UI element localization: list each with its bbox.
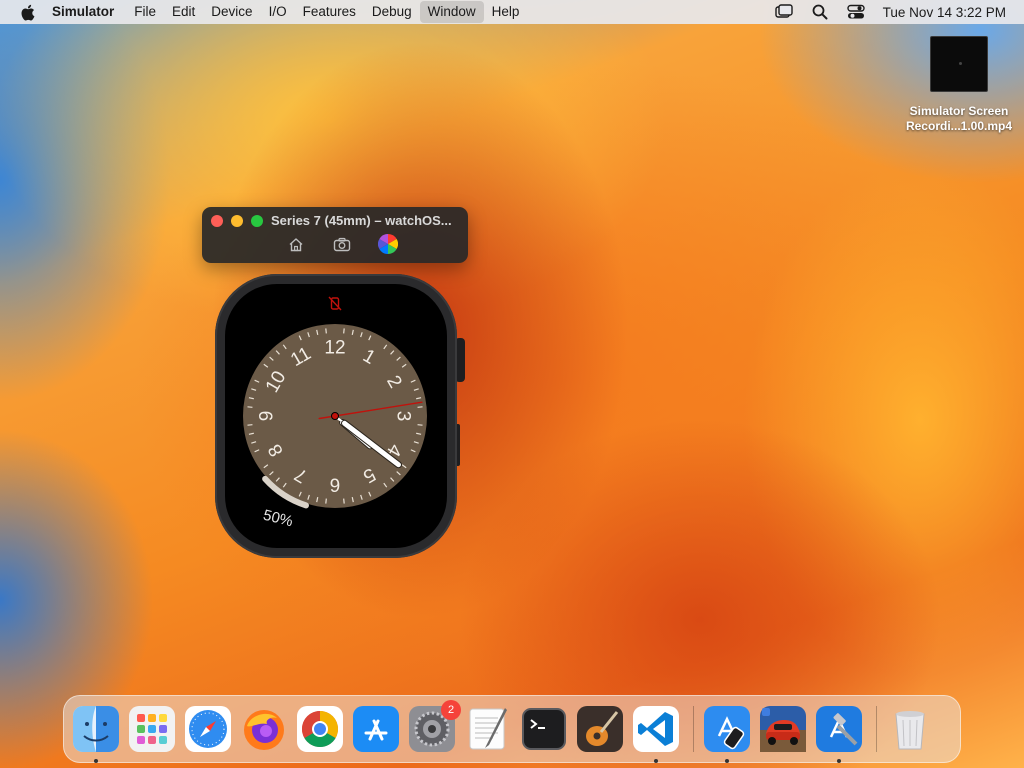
watch-face: 12 1234567891011: [243, 296, 427, 509]
menu-bar-clock[interactable]: Tue Nov 14 3:22 PM: [883, 5, 1006, 20]
minute-tick: [343, 498, 345, 504]
terminal-icon: [522, 708, 566, 750]
search-icon[interactable]: [811, 3, 829, 21]
dock-app-garageband[interactable]: [577, 706, 623, 752]
trash-icon: [895, 711, 925, 750]
menu-device[interactable]: Device: [203, 1, 260, 23]
textedit-icon: [469, 708, 507, 750]
window-controls: [211, 215, 263, 227]
menu-file[interactable]: File: [126, 1, 164, 23]
chrome-icon: [297, 706, 343, 752]
app-store-icon: [353, 706, 399, 752]
simulator-icon: [704, 706, 750, 752]
menu-bar-extras: Tue Nov 14 3:22 PM: [774, 0, 1006, 24]
minute-tick: [325, 498, 327, 504]
rotate-device-icon[interactable]: [378, 234, 398, 254]
dock-app-textedit[interactable]: [465, 706, 511, 752]
safari-icon: [185, 706, 231, 752]
dock-app-simulator[interactable]: [704, 706, 750, 763]
menu-bar: Simulator File Edit Device I/O Features …: [0, 0, 1024, 24]
menu-debug[interactable]: Debug: [364, 1, 420, 23]
close-button[interactable]: [211, 215, 223, 227]
vscode-icon: [633, 706, 679, 752]
garageband-guitar-icon: [577, 706, 623, 752]
no-phone-connection-icon: [328, 296, 342, 311]
minute-tick: [247, 424, 253, 426]
minute-tick: [417, 406, 423, 408]
dock-separator: [693, 706, 694, 752]
dock-app-racing-game[interactable]: [760, 706, 806, 752]
menu-window[interactable]: Window: [419, 1, 484, 23]
simulator-window-title: Series 7 (45mm) – watchOS...: [271, 213, 452, 228]
menu-io[interactable]: I/O: [261, 1, 295, 23]
zoom-button[interactable]: [251, 215, 263, 227]
dock-separator: [876, 706, 877, 752]
dock-app-xcode[interactable]: [816, 706, 862, 763]
dock-app-app-store[interactable]: [353, 706, 399, 752]
dock-app-launchpad[interactable]: [129, 706, 175, 752]
running-indicator: [654, 759, 658, 763]
control-center-icon[interactable]: [846, 3, 865, 21]
menu-help[interactable]: Help: [484, 1, 528, 23]
desktop-file-name-line2: Recordi...1.00.mp4: [905, 119, 1013, 133]
dial-number: 12: [324, 338, 345, 359]
xcode-hammer-icon: [816, 706, 862, 752]
running-indicator: [725, 759, 729, 763]
dock-app-terminal[interactable]: [521, 706, 567, 752]
menu-app-name[interactable]: Simulator: [52, 1, 126, 23]
minimize-button[interactable]: [231, 215, 243, 227]
running-indicator: [94, 759, 98, 763]
dial-number: 9: [257, 411, 278, 422]
race-car-icon: [760, 706, 806, 752]
watch-screen[interactable]: 12 1 2 3 4 5 6 7 8 9 10 11 50%: [225, 284, 447, 548]
dock: 2: [63, 695, 961, 763]
menu-features[interactable]: Features: [295, 1, 364, 23]
dock-app-firefox[interactable]: [241, 706, 287, 752]
dock-app-chrome[interactable]: [297, 706, 343, 752]
minute-tick: [343, 328, 345, 334]
dock-app-safari[interactable]: [185, 706, 231, 752]
dial-number: 3: [393, 411, 414, 422]
firefox-icon: [244, 710, 284, 750]
minute-tick: [417, 424, 423, 426]
apple-watch-device[interactable]: 12 1 2 3 4 5 6 7 8 9 10 11 50%: [215, 274, 465, 558]
running-indicator: [837, 759, 841, 763]
desktop-file-recording[interactable]: Simulator Screen Recordi...1.00.mp4: [900, 36, 1018, 134]
screenshot-icon[interactable]: [332, 234, 352, 254]
finder-icon: [73, 706, 119, 752]
dock-app-vscode[interactable]: [633, 706, 679, 763]
minute-tick: [247, 406, 253, 408]
screen-mirroring-icon[interactable]: [774, 3, 793, 21]
center-hub: [331, 412, 339, 420]
dock-trash[interactable]: [887, 706, 933, 752]
dock-app-system-settings[interactable]: 2: [409, 700, 461, 752]
notification-badge: 2: [441, 700, 461, 720]
apple-menu-icon[interactable]: [17, 2, 37, 22]
desktop-file-name: Simulator Screen Recordi...1.00.mp4: [900, 104, 1018, 134]
dial-number: 6: [330, 474, 341, 495]
minute-tick: [325, 328, 327, 334]
menu-edit[interactable]: Edit: [164, 1, 203, 23]
video-thumbnail-icon: [930, 36, 988, 92]
dock-app-finder[interactable]: [73, 706, 119, 763]
simulator-tools: [286, 234, 398, 254]
desktop-file-name-line1: Simulator Screen: [909, 104, 1009, 118]
simulator-window-toolbar[interactable]: Series 7 (45mm) – watchOS...: [202, 207, 468, 263]
home-icon[interactable]: [286, 234, 306, 254]
launchpad-icon: [129, 706, 175, 752]
